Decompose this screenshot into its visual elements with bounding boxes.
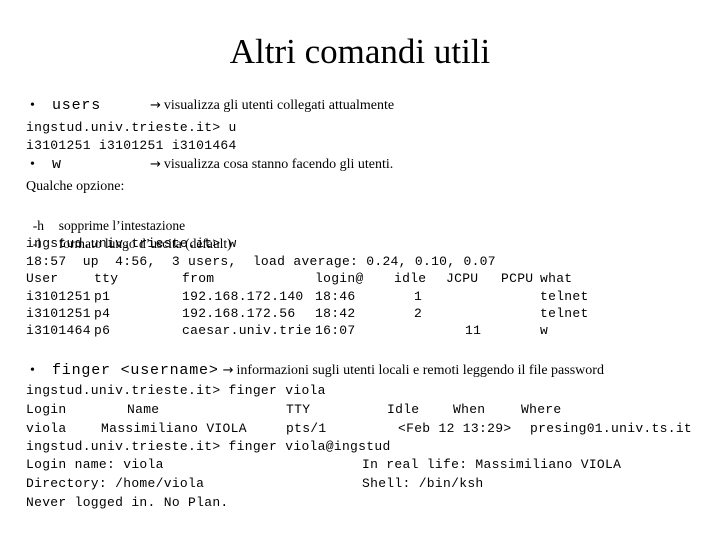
finger-detail-left: Never logged in. No Plan.: [26, 495, 229, 510]
w-cell-login: 16:07: [315, 323, 356, 338]
w-cell-from: 192.168.172.56: [182, 306, 296, 321]
description-finger: informazioni sugli utenti locali e remot…: [236, 363, 604, 378]
bullet-icon: •: [30, 98, 35, 113]
terminal-line: i3101251 i3101251 i3101464: [26, 138, 237, 153]
finger-cell-when: <Feb 12 13:29>: [398, 421, 512, 436]
arrow-right-icon: →: [222, 363, 234, 378]
w-cell-what: telnet: [540, 306, 589, 321]
w-header-jcpu: JCPU: [446, 271, 479, 286]
uptime-line: 18:57 up 4:56, 3 users, load average: 0.…: [26, 254, 496, 269]
w-cell-tty: p1: [94, 289, 111, 304]
description-users: visualizza gli utenti collegati attualme…: [163, 98, 395, 113]
w-header-what: what: [540, 271, 573, 286]
arrow-right-icon: →: [150, 157, 161, 172]
finger-detail-left: Login name: viola: [26, 457, 164, 472]
finger-detail-left: Directory: /home/viola: [26, 476, 205, 491]
w-header-user: User: [26, 271, 59, 286]
terminal-prompt: ingstud.univ.trieste.it> finger viola@in…: [26, 439, 391, 454]
finger-cell-where: presing01.univ.ts.it: [530, 421, 693, 436]
w-cell-what: w: [540, 323, 549, 338]
w-header-from: from: [182, 271, 215, 286]
slide-title: Altri comandi utili: [229, 32, 491, 71]
finger-cell-tty: pts/1: [286, 421, 327, 436]
w-cell-from: 192.168.172.140: [182, 289, 304, 304]
bullet-icon: •: [30, 363, 35, 378]
terminal-prompt: ingstud.univ.trieste.it> finger viola: [26, 383, 326, 398]
w-header-pcpu: PCPU: [501, 271, 534, 286]
w-cell-user: i3101251: [26, 306, 91, 321]
finger-header-tty: TTY: [286, 402, 311, 417]
options-heading: Qualche opzione:: [26, 179, 125, 194]
finger-header-idle: Idle: [387, 402, 420, 417]
finger-detail-right: In real life: Massimiliano VIOLA: [362, 457, 622, 472]
w-header-idle: idle: [394, 271, 427, 286]
w-cell-login: 18:46: [315, 289, 356, 304]
w-header-login: login@: [315, 271, 364, 286]
finger-header-login: Login: [26, 402, 67, 417]
finger-detail-right: Shell: /bin/ksh: [362, 476, 484, 491]
finger-cell-login: viola: [26, 421, 67, 436]
w-cell-tty: p4: [94, 306, 111, 321]
finger-header-when: When: [453, 402, 486, 417]
bullet-icon: •: [30, 157, 35, 172]
bullet-finger: • finger <username> → informazioni sugli…: [30, 362, 604, 379]
w-cell-user: i3101251: [26, 289, 91, 304]
command-users: users: [52, 97, 102, 114]
arrow-right-icon: →: [150, 98, 161, 113]
finger-header-name: Name: [127, 402, 160, 417]
finger-cell-name: Massimiliano VIOLA: [101, 421, 247, 436]
terminal-line: ingstud.univ.trieste.it> u: [26, 120, 237, 135]
terminal-prompt: ingstud.univ.trieste.it> w: [26, 236, 237, 251]
w-cell-what: telnet: [540, 289, 589, 304]
w-cell-from: caesar.univ.trie: [182, 323, 312, 338]
bullet-users: • users → visualizza gli utenti collegat…: [30, 97, 394, 114]
command-finger: finger <username>: [52, 362, 219, 379]
w-header-tty: tty: [94, 271, 119, 286]
w-cell-jcpu: 11: [465, 323, 482, 338]
finger-header-where: Where: [521, 402, 562, 417]
w-cell-user: i3101464: [26, 323, 91, 338]
w-cell-tty: p6: [94, 323, 111, 338]
bullet-w: • w → visualizza cosa stanno facendo gli…: [30, 156, 393, 173]
w-cell-login: 18:42: [315, 306, 356, 321]
w-cell-idle: 2: [414, 306, 423, 321]
w-cell-idle: 1: [414, 289, 423, 304]
command-w: w: [52, 156, 62, 173]
description-w: visualizza cosa stanno facendo gli utent…: [163, 157, 394, 172]
